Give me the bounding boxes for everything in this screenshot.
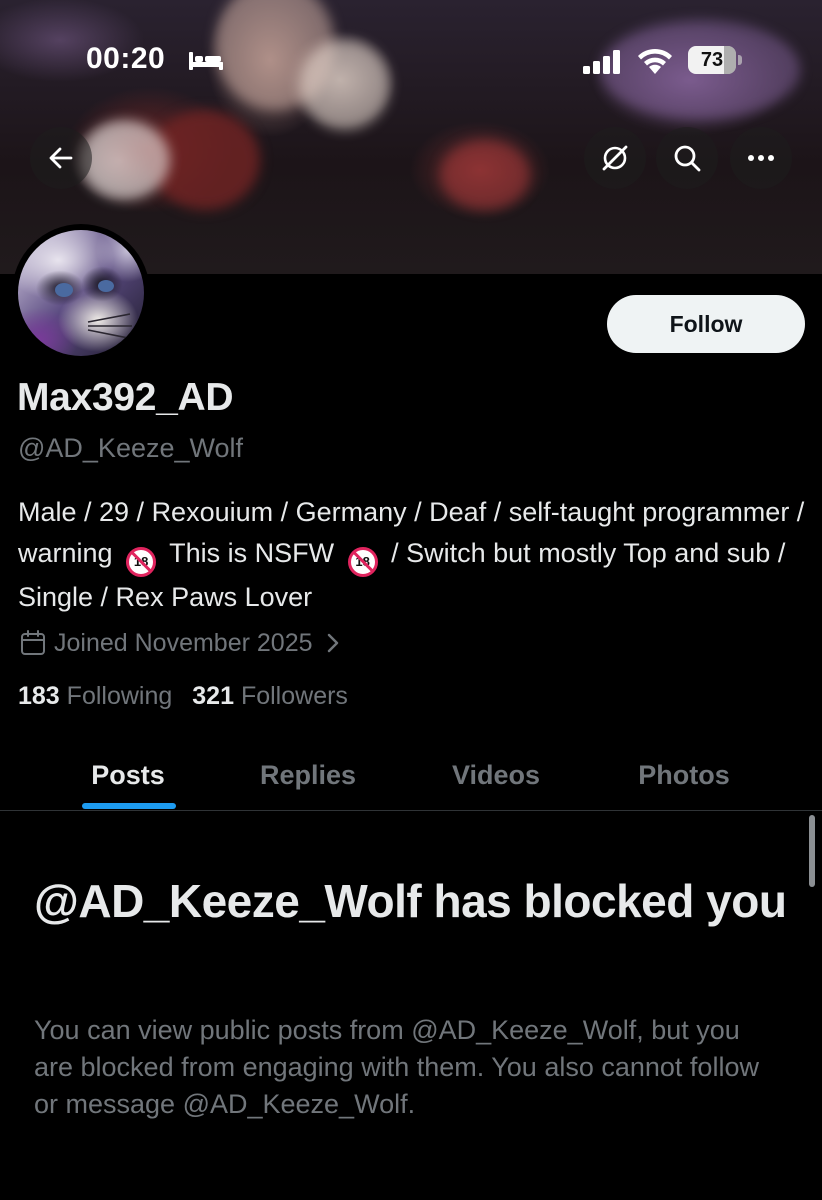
wifi-icon [638, 48, 672, 74]
banner-paw-shape [440, 140, 530, 210]
tab-photos[interactable]: Photos [596, 740, 772, 810]
chevron-right-icon [327, 633, 338, 653]
tab-videos[interactable]: Videos [408, 740, 584, 810]
banner-paw-shape [80, 120, 170, 200]
following-count: 183 [18, 682, 60, 710]
more-options-button[interactable] [730, 127, 792, 189]
calendar-icon [21, 630, 45, 655]
avatar-whiskers [55, 280, 132, 339]
followers-stat[interactable]: 321 Followers [192, 682, 348, 711]
following-stat[interactable]: 183 Following [18, 682, 172, 711]
search-icon [674, 145, 701, 172]
battery-level: 73 [700, 49, 724, 71]
follow-button[interactable]: Follow [607, 295, 805, 353]
tab-posts[interactable]: Posts [40, 740, 216, 810]
avatar-image [18, 230, 144, 356]
no-under-18-icon: 18 [126, 547, 157, 577]
battery-indicator: 73 [688, 46, 742, 74]
blocked-title: @AD_Keeze_Wolf has blocked you [34, 875, 787, 927]
back-button[interactable] [30, 127, 92, 189]
follow-stats: 183 Following 321 Followers [18, 682, 368, 711]
bio-text: This is NSFW [169, 538, 335, 568]
scrollbar[interactable] [809, 815, 815, 887]
active-tab-indicator [82, 803, 176, 809]
arrow-left-icon [49, 147, 73, 169]
profile-bio: Male / 29 / Rexouium / Germany / Deaf / … [18, 492, 808, 618]
blocked-description: You can view public posts from @AD_Keeze… [34, 1015, 759, 1119]
no-under-18-icon: 18 [347, 547, 378, 577]
avatar[interactable] [12, 224, 150, 362]
profile-tabs: Posts Replies Videos Photos [0, 740, 822, 811]
tab-replies[interactable]: Replies [220, 740, 396, 810]
status-bar: 00:20 73 [0, 38, 822, 86]
following-label: Following [66, 682, 173, 710]
display-name: Max392_AD [17, 376, 234, 419]
search-button[interactable] [656, 127, 718, 189]
more-horizontal-icon [748, 155, 774, 161]
grok-slash-icon [602, 145, 628, 171]
joined-date-row[interactable]: Joined November 2025 [20, 626, 341, 660]
followers-count: 321 [192, 682, 234, 710]
grok-button[interactable] [584, 127, 646, 189]
bed-icon [189, 52, 223, 70]
status-time: 00:20 [86, 42, 166, 75]
followers-label: Followers [240, 682, 348, 710]
joined-date: Joined November 2025 [54, 628, 313, 657]
user-handle: @AD_Keeze_Wolf [18, 433, 244, 463]
cellular-signal-icon [583, 50, 620, 74]
